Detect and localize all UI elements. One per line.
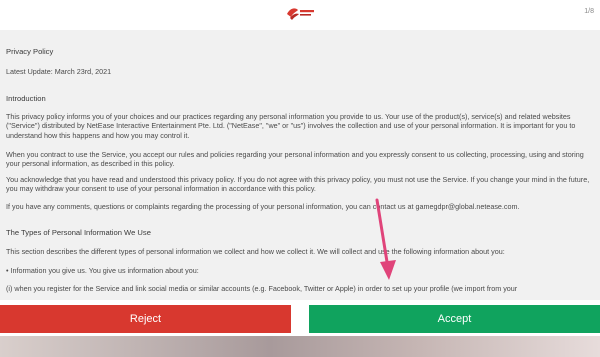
intro-heading: Introduction: [6, 94, 46, 103]
privacy-policy-dialog: 1/8 Privacy Policy Latest Update: March …: [0, 0, 600, 336]
netease-logo-icon: [287, 8, 314, 20]
types-item: (i) when you register for the Service an…: [6, 284, 518, 293]
dialog-header: 1/8: [0, 0, 600, 30]
types-heading: The Types of Personal Information We Use: [6, 228, 151, 237]
reject-button[interactable]: Reject: [0, 305, 291, 333]
policy-scroll-area[interactable]: Privacy Policy Latest Update: March 23rd…: [0, 30, 600, 300]
intro-paragraph-1: This privacy policy informs you of your …: [6, 112, 576, 140]
types-bullet: • Information you give us. You give us i…: [6, 266, 199, 275]
intro-paragraph-3: You acknowledge that you have read and u…: [6, 175, 590, 194]
intro-paragraph-4: If you have any comments, questions or c…: [6, 202, 520, 211]
intro-paragraph-2: When you contract to use the Service, yo…: [6, 150, 584, 169]
latest-update: Latest Update: March 23rd, 2021: [6, 67, 112, 76]
policy-title: Privacy Policy: [6, 47, 54, 56]
types-paragraph: This section describes the different typ…: [6, 247, 505, 256]
background-bottom: [0, 336, 600, 357]
accept-button[interactable]: Accept: [309, 305, 600, 333]
page-indicator: 1/8: [584, 8, 594, 15]
